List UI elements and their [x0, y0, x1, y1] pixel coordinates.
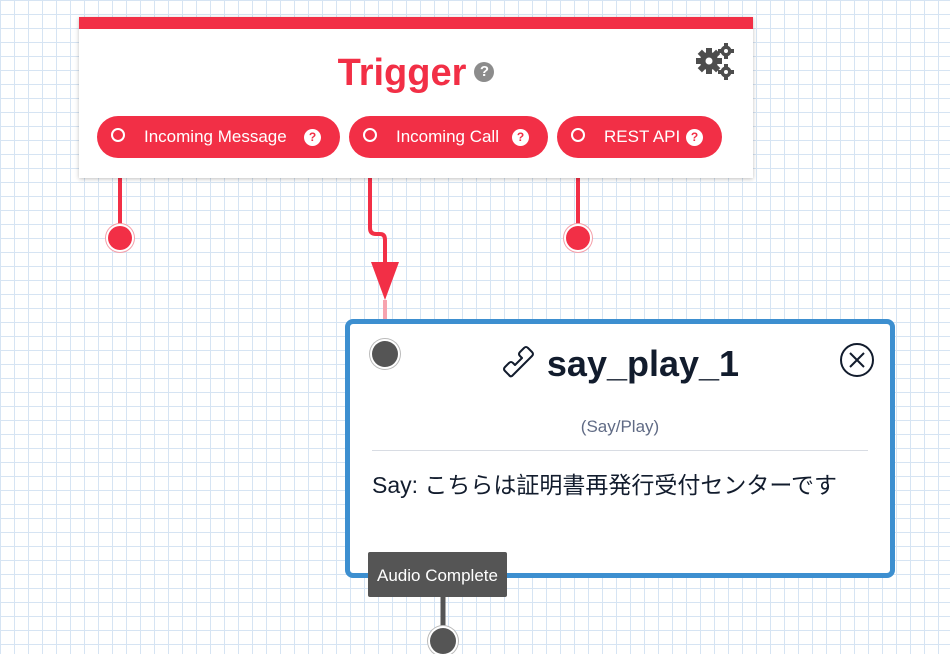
arrow-head-icon: [371, 262, 399, 300]
transition-label: Incoming Message: [144, 127, 287, 146]
radio-ring-icon: [363, 128, 377, 142]
divider: [372, 450, 868, 451]
say-play-widget[interactable]: say_play_1 (Say/Play) Say: こちらは証明書再発行受付セ…: [345, 319, 895, 578]
transition-incoming-message[interactable]: Incoming Message ?: [97, 116, 340, 158]
phone-icon: [502, 346, 534, 378]
widget-title: say_play_1: [350, 342, 890, 386]
rest-api-endpoint[interactable]: [566, 226, 590, 250]
widget-body-text: Say: こちらは証明書再発行受付センターです: [372, 472, 838, 498]
audio-complete-endpoint[interactable]: [430, 628, 456, 654]
help-icon[interactable]: ?: [512, 129, 529, 146]
radio-ring-icon: [571, 128, 585, 142]
incoming-message-endpoint[interactable]: [108, 226, 132, 250]
trigger-title: Trigger?: [79, 51, 753, 95]
radio-ring-icon: [111, 128, 125, 142]
trigger-accent-bar: [79, 17, 753, 29]
help-icon[interactable]: ?: [304, 129, 321, 146]
flow-canvas[interactable]: Trigger? Incoming Message ? Incoming Cal…: [0, 0, 950, 654]
help-icon[interactable]: ?: [686, 129, 703, 146]
trigger-title-text: Trigger: [337, 52, 467, 94]
transition-audio-complete[interactable]: Audio Complete: [368, 552, 507, 597]
transition-incoming-call[interactable]: Incoming Call ?: [349, 116, 548, 158]
transition-label: REST API: [604, 127, 681, 146]
widget-input-endpoint[interactable]: [372, 341, 398, 367]
widget-name: say_play_1: [546, 343, 740, 384]
gears-icon[interactable]: [694, 42, 736, 82]
close-icon[interactable]: [839, 342, 875, 378]
transition-rest-api[interactable]: REST API ?: [557, 116, 722, 158]
transition-label: Incoming Call: [396, 127, 499, 146]
help-icon[interactable]: ?: [474, 61, 495, 82]
widget-type: (Say/Play): [580, 417, 660, 436]
